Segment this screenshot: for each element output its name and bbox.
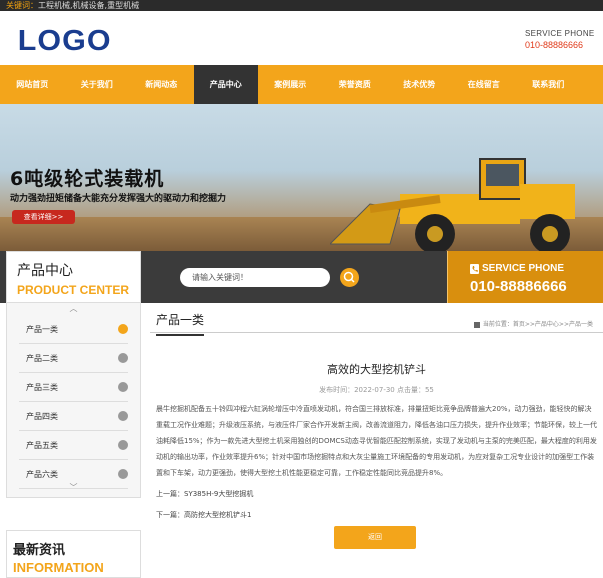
chevron-right-icon [118, 353, 128, 363]
chevron-right-icon [118, 440, 128, 450]
nav-item-technology[interactable]: 技术优势 [387, 65, 452, 104]
search-input[interactable]: 请输入关键词！ [180, 268, 330, 287]
keyword-list: 工程机械,机械设备,重型机械 [38, 1, 140, 10]
news-sidebar-header: 最新资讯 INFORMATION [6, 530, 141, 578]
breadcrumb: 当前位置：首页>>产品中心>>产品一类 [473, 319, 593, 328]
nav-item-message[interactable]: 在线留言 [452, 65, 517, 104]
breadcrumb-text[interactable]: 当前位置：首页>>产品中心>>产品一类 [483, 321, 593, 328]
banner-subtitle: 动力强劲扭矩储备大能充分发挥强大的驱动力和挖掘力 [10, 194, 227, 204]
section-title: 产品一类 [156, 311, 205, 336]
nav-item-honors[interactable]: 荣誉资质 [323, 65, 388, 104]
article-meta: 发布时间：2022-07-30 点击量：55 [319, 386, 434, 394]
news-title-cn: 最新资讯 [13, 543, 66, 558]
search-icon [343, 271, 355, 283]
header-service-phone: SERVICE PHONE 010-88886666 [525, 29, 595, 50]
sidebar-item-category-3[interactable]: 产品三类 [19, 373, 128, 402]
nav-item-news[interactable]: 新闻动态 [129, 65, 194, 104]
prev-article-link[interactable]: 上一篇：SY385H-9大型挖掘机 [156, 489, 597, 499]
nav-item-contact[interactable]: 联系我们 [516, 65, 581, 104]
sidebar-item-category-2[interactable]: 产品二类 [19, 344, 128, 373]
chevron-right-icon [118, 469, 128, 479]
product-sidebar: 产品中心 PRODUCT CENTER ︿ 产品一类 产品二类 产品三类 产品四… [6, 251, 141, 498]
chevron-right-icon [118, 324, 128, 334]
header-service-number: 010-88886666 [525, 40, 584, 50]
nav-item-products[interactable]: 产品中心 [193, 65, 258, 104]
news-title-en: INFORMATION [13, 560, 104, 575]
sidebar-item-label: 产品一类 [26, 325, 58, 334]
service-phone-label: SERVICE PHONE [482, 263, 565, 274]
sidebar-item-category-5[interactable]: 产品五类 [19, 431, 128, 460]
chevron-right-icon [118, 411, 128, 421]
hero-banner: 6吨级轮式装载机 动力强劲扭矩储备大能充分发挥强大的驱动力和挖掘力 查看详细>> [0, 104, 603, 251]
site-header: LOGO SERVICE PHONE 010-88886666 [0, 11, 603, 65]
chevron-right-icon [118, 382, 128, 392]
section-header: 产品一类 当前位置：首页>>产品中心>>产品一类 [150, 303, 603, 336]
sidebar-item-label: 产品四类 [26, 412, 58, 421]
chevron-up-icon[interactable]: ︿ [7, 303, 140, 315]
next-article-link[interactable]: 下一篇：高防挖大型挖机铲斗1 [156, 510, 597, 520]
keyword-label: 关键词： [6, 1, 38, 10]
sidebar-item-label: 产品二类 [26, 354, 58, 363]
phone-icon [470, 264, 479, 274]
sidebar-header: 产品中心 PRODUCT CENTER [6, 251, 141, 303]
site-logo[interactable]: LOGO [18, 25, 112, 58]
sidebar-category-list: ︿ 产品一类 产品二类 产品三类 产品四类 产品五类 产品六类 ﹀ [6, 303, 141, 498]
sidebar-item-category-1[interactable]: 产品一类 [19, 315, 128, 344]
article-body: 晨牛挖掘机配备五十铃四冲程六缸涡轮增压中冷直喷发动机，符合国三排放标准，排量扭矩… [156, 405, 597, 477]
sidebar-item-label: 产品三类 [26, 383, 58, 392]
service-phone-box: SERVICE PHONE 010-88886666 [447, 251, 603, 303]
wheel-loader-image [330, 158, 575, 251]
service-phone-number: 010-88886666 [470, 278, 567, 295]
sidebar-item-label: 产品五类 [26, 441, 58, 450]
sidebar-item-category-4[interactable]: 产品四类 [19, 402, 128, 431]
sidebar-title-en: PRODUCT CENTER [17, 283, 130, 297]
chevron-down-icon[interactable]: ﹀ [7, 482, 140, 493]
home-icon [473, 321, 480, 328]
banner-title: 6吨级轮式装载机 [10, 168, 165, 190]
top-keyword-bar: 关键词：工程机械,机械设备,重型机械 [0, 0, 603, 11]
sidebar-title-cn: 产品中心 [17, 263, 73, 279]
nav-item-about[interactable]: 关于我们 [65, 65, 130, 104]
nav-item-home[interactable]: 网站首页 [0, 65, 65, 104]
header-service-label: SERVICE PHONE [525, 29, 595, 38]
search-button[interactable] [340, 268, 359, 287]
main-nav: 网站首页 关于我们 新闻动态 产品中心 案例展示 荣誉资质 技术优势 在线留言 … [0, 65, 603, 104]
article-title: 高效的大型挖机铲斗 [327, 363, 426, 376]
banner-details-button[interactable]: 查看详细>> [12, 210, 75, 224]
back-button[interactable]: 返回 [334, 526, 416, 549]
nav-item-cases[interactable]: 案例展示 [258, 65, 323, 104]
main-content: 产品一类 当前位置：首页>>产品中心>>产品一类 高效的大型挖机铲斗 发布时间：… [150, 303, 603, 549]
sidebar-item-label: 产品六类 [26, 470, 58, 479]
